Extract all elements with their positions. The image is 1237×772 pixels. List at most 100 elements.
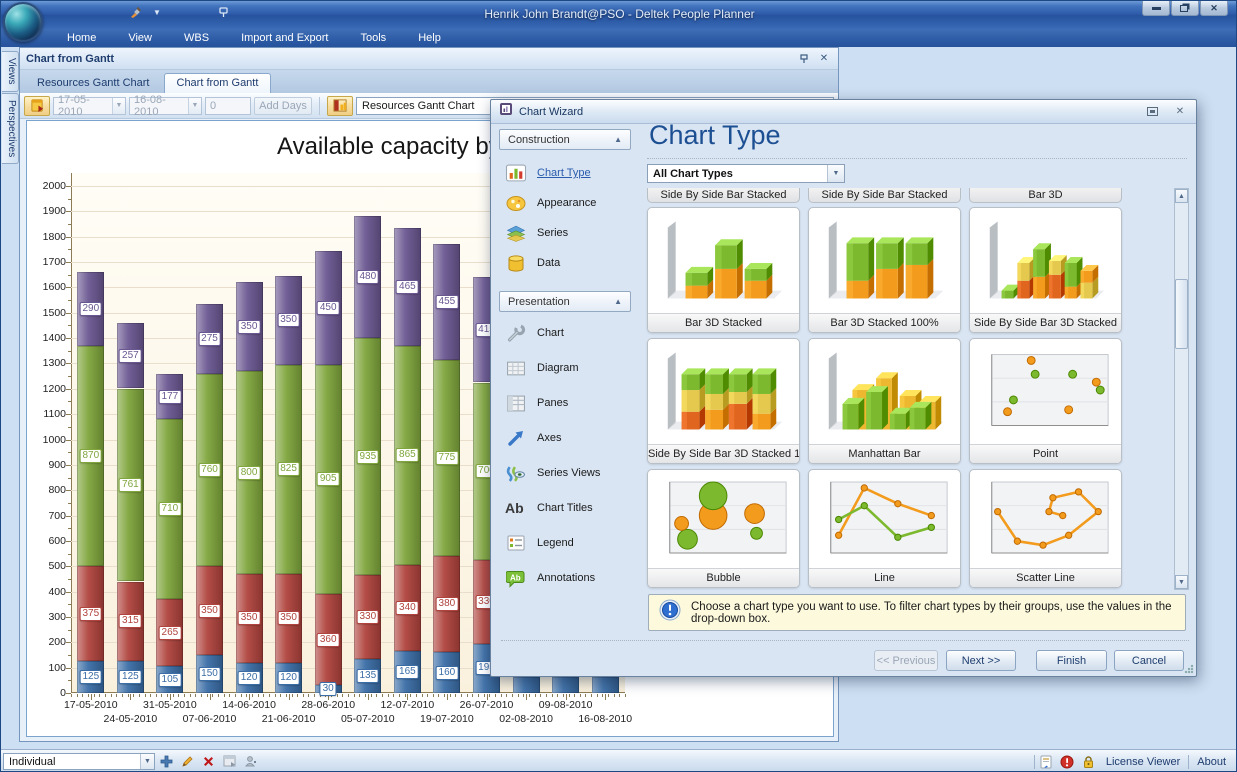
date-range-icon[interactable] bbox=[24, 96, 50, 116]
gallery-tile-scatter-line[interactable]: Scatter Line bbox=[969, 469, 1122, 588]
bar-value-label: 105 bbox=[159, 673, 182, 687]
gallery-scrollbar[interactable]: ▲ ▼ bbox=[1174, 188, 1189, 590]
wizard-nav-appearance[interactable]: Appearance bbox=[499, 190, 635, 216]
add-person-icon[interactable] bbox=[241, 753, 260, 771]
export-window-icon[interactable] bbox=[220, 753, 239, 771]
wizard-nav-chart-titles[interactable]: AbChart Titles bbox=[499, 495, 635, 521]
about-link[interactable]: About bbox=[1189, 756, 1234, 768]
date-from-picker[interactable]: 17-05-2010▼ bbox=[53, 97, 126, 115]
gallery-tile-partial-side-by-side-bar-stacked-100[interactable]: Side By Side Bar Stacked 100% bbox=[808, 188, 961, 203]
alert-icon[interactable] bbox=[1058, 753, 1077, 771]
wizard-nav-data[interactable]: Data bbox=[499, 250, 635, 276]
gallery-tile-side-by-side-bar-3d-stacked-100[interactable]: Side By Side Bar 3D Stacked 100% bbox=[647, 338, 800, 464]
y-axis-label: 1900 bbox=[29, 205, 66, 217]
bar-value-label: 165 bbox=[396, 665, 419, 679]
dropdown-arrow-icon[interactable]: ▼ bbox=[112, 98, 125, 114]
menu-item-home[interactable]: Home bbox=[51, 29, 112, 47]
gallery-tile-line[interactable]: Line bbox=[808, 469, 961, 588]
wizard-close-icon[interactable]: ✕ bbox=[1172, 105, 1188, 119]
application-window: ▼ Henrik John Brandt@PSO - Deltek People… bbox=[0, 0, 1237, 772]
pin-icon[interactable] bbox=[796, 52, 812, 66]
next-button[interactable]: Next >> bbox=[946, 650, 1016, 671]
y-axis-label: 600 bbox=[29, 535, 66, 547]
wizard-nav-axes[interactable]: Axes bbox=[499, 425, 635, 451]
gallery-tile-manhattan-bar[interactable]: Manhattan Bar bbox=[808, 338, 961, 464]
gallery-tile-side-by-side-bar-3d-stacked[interactable]: Side By Side Bar 3D Stacked bbox=[969, 207, 1122, 333]
gallery-tile-bar-3d-stacked-100[interactable]: Bar 3D Stacked 100% bbox=[808, 207, 961, 333]
close-icon[interactable]: ✕ bbox=[816, 52, 832, 66]
menu-item-view[interactable]: View bbox=[112, 29, 168, 47]
tile-label: Bar 3D Stacked bbox=[648, 313, 799, 332]
license-viewer-link[interactable]: License Viewer bbox=[1098, 756, 1188, 768]
scrollbar-thumb[interactable] bbox=[1175, 279, 1188, 349]
finish-button[interactable]: Finish bbox=[1036, 650, 1107, 671]
scroll-up-icon[interactable]: ▲ bbox=[1175, 189, 1188, 203]
wizard-nav-chart-type[interactable]: Chart Type bbox=[499, 160, 635, 186]
date-to-picker[interactable]: 16-08-2010▼ bbox=[129, 97, 202, 115]
license-lock-icon[interactable] bbox=[1079, 753, 1098, 771]
wizard-title-bar[interactable]: Chart Wizard ✕ bbox=[491, 100, 1196, 124]
tab-resources-gantt-chart[interactable]: Resources Gantt Chart bbox=[25, 74, 162, 93]
dropdown-arrow-icon[interactable]: ▼ bbox=[188, 98, 201, 114]
chevron-up-icon: ▲ bbox=[614, 135, 622, 144]
bar-value-label: 350 bbox=[238, 320, 261, 334]
wizard-nav-legend[interactable]: Legend bbox=[499, 530, 635, 556]
cancel-button[interactable]: Cancel bbox=[1114, 650, 1184, 671]
wizard-nav-series-views[interactable]: Series Views bbox=[499, 460, 635, 486]
wizard-nav-panes[interactable]: Panes bbox=[499, 390, 635, 416]
bar-value-label: 455 bbox=[436, 295, 459, 309]
restore-button[interactable] bbox=[1171, 1, 1199, 16]
gallery-tile-bar-3d-stacked[interactable]: Bar 3D Stacked bbox=[647, 207, 800, 333]
tab-chart-from-gantt[interactable]: Chart from Gantt bbox=[164, 73, 272, 93]
dropdown-arrow-icon[interactable]: ▼ bbox=[140, 754, 154, 769]
wizard-nav-diagram[interactable]: Diagram bbox=[499, 355, 635, 381]
gallery-tile-point[interactable]: Point bbox=[969, 338, 1122, 464]
chart-source-icon[interactable] bbox=[327, 96, 353, 116]
gallery-tile-partial-side-by-side-bar-stacked[interactable]: Side By Side Bar Stacked bbox=[647, 188, 800, 203]
tile-label: Manhattan Bar bbox=[809, 444, 960, 463]
resize-grip[interactable] bbox=[1184, 664, 1194, 674]
menu-item-tools[interactable]: Tools bbox=[345, 29, 403, 47]
wizard-group-construction[interactable]: Construction▲ bbox=[499, 129, 631, 150]
delete-icon[interactable] bbox=[199, 753, 218, 771]
gallery-tile-partial-bar-3d[interactable]: Bar 3D bbox=[969, 188, 1122, 203]
chart-type-filter-dropdown[interactable]: All Chart Types ▼ bbox=[647, 164, 845, 183]
panes-icon bbox=[503, 393, 529, 413]
add-icon[interactable] bbox=[157, 753, 176, 771]
chart-type-filter-value: All Chart Types bbox=[648, 168, 827, 180]
x-axis-label: 24-05-2010 bbox=[90, 713, 170, 725]
wizard-nav-chart[interactable]: Chart bbox=[499, 320, 635, 346]
wizard-nav-series[interactable]: Series bbox=[499, 220, 635, 246]
wizard-nav-annotations[interactable]: AbAnnotations bbox=[499, 565, 635, 591]
wizard-minimize-icon[interactable] bbox=[1144, 105, 1160, 119]
bar-value-label: 760 bbox=[198, 463, 221, 477]
y-axis-label: 900 bbox=[29, 459, 66, 471]
tile-label: Side By Side Bar 3D Stacked bbox=[970, 313, 1121, 332]
wizard-group-presentation[interactable]: Presentation▲ bbox=[499, 291, 631, 312]
tile-label: Side By Side Bar 3D Stacked 100% bbox=[648, 444, 799, 463]
days-input[interactable] bbox=[205, 97, 251, 115]
previous-button[interactable]: << Previous bbox=[874, 650, 938, 671]
gallery-tile-bubble[interactable]: Bubble bbox=[647, 469, 800, 588]
side-tab-views[interactable]: Views bbox=[2, 51, 19, 92]
menu-item-import-and-export[interactable]: Import and Export bbox=[225, 29, 344, 47]
y-axis-label: 0 bbox=[29, 687, 66, 699]
dropdown-arrow-icon[interactable]: ▼ bbox=[827, 165, 844, 182]
minimize-button[interactable] bbox=[1142, 1, 1170, 16]
scroll-down-icon[interactable]: ▼ bbox=[1175, 575, 1188, 589]
scope-dropdown[interactable]: Individual ▼ bbox=[3, 753, 155, 770]
date-to-value: 16-08-2010 bbox=[130, 94, 188, 118]
tile-label: Line bbox=[809, 568, 960, 587]
application-logo[interactable] bbox=[3, 2, 43, 42]
edit-icon[interactable] bbox=[178, 753, 197, 771]
side-tab-perspectives[interactable]: Perspectives bbox=[2, 93, 19, 164]
thumbnail-line-icon bbox=[813, 473, 956, 566]
x-axis-label: 12-07-2010 bbox=[367, 699, 447, 711]
menu-item-help[interactable]: Help bbox=[402, 29, 457, 47]
thumbnail-point-icon bbox=[974, 342, 1117, 442]
menu-item-wbs[interactable]: WBS bbox=[168, 29, 225, 47]
bar-value-label: 350 bbox=[198, 604, 221, 618]
close-button[interactable]: ✕ bbox=[1200, 1, 1228, 16]
add-days-button[interactable]: Add Days bbox=[254, 97, 312, 115]
report-icon[interactable] bbox=[1037, 753, 1056, 771]
